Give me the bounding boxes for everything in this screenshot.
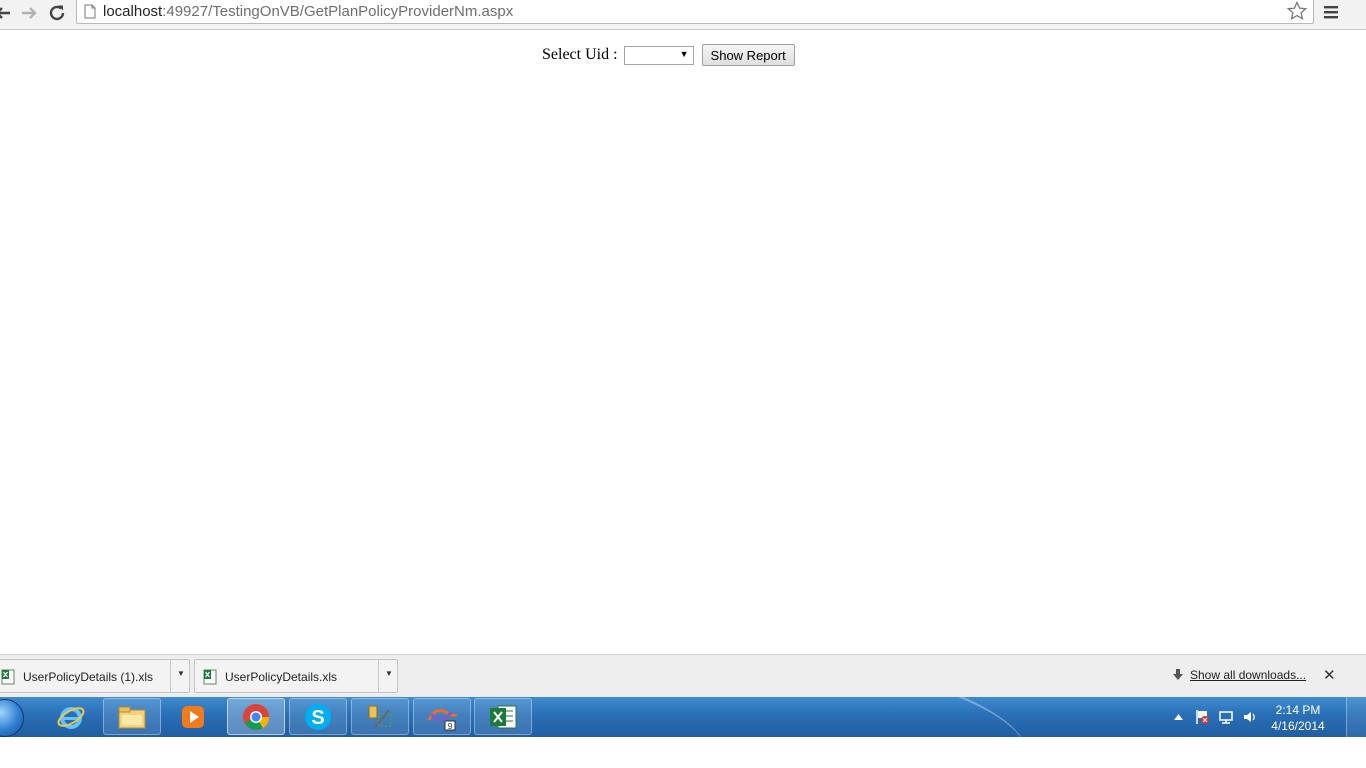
svg-text:S: S: [311, 707, 324, 729]
excel-file-icon: [1, 669, 15, 685]
taskbar-app-visual-studio[interactable]: 9: [413, 698, 471, 735]
reload-icon: [49, 5, 65, 21]
download-shelf: UserPolicyDetails (1).xls ▼ UserPolicyDe…: [0, 654, 1366, 698]
taskbar-app-chrome[interactable]: [227, 698, 285, 735]
download-item[interactable]: UserPolicyDetails (1).xls ▼: [0, 659, 190, 693]
url-path: :49927/TestingOnVB/GetPlanPolicyProvider…: [162, 3, 514, 20]
taskbar-clock[interactable]: 2:14 PM 4/16/2014: [1266, 702, 1330, 734]
taskbar-app-sql-tools[interactable]: [351, 698, 409, 735]
network-icon: [1219, 711, 1233, 724]
media-player-icon: [182, 705, 204, 728]
taskbar-decoration: [823, 697, 1037, 737]
dropdown-arrow-icon: ▼: [679, 48, 689, 59]
uid-select[interactable]: ▼: [623, 45, 694, 65]
clock-time: 2:14 PM: [1275, 703, 1321, 717]
chevron-down-icon: ▼: [177, 669, 185, 678]
back-arrow-icon: [0, 7, 10, 19]
browser-toolbar: localhost:49927/TestingOnVB/GetPlanPolic…: [0, 0, 1366, 30]
report-form: Select Uid : ▼ Show Report: [542, 43, 795, 67]
excel-file-icon: [203, 669, 217, 685]
taskbar-app-media-player[interactable]: [164, 698, 222, 735]
speaker-icon: [1244, 712, 1255, 722]
taskbar-app-file-explorer[interactable]: [103, 698, 161, 735]
network-button[interactable]: [1216, 707, 1236, 727]
download-item[interactable]: UserPolicyDetails.xls ▼: [194, 659, 398, 693]
volume-button[interactable]: [1240, 707, 1260, 727]
download-arrow-icon: [1173, 669, 1183, 680]
show-desktop-button[interactable]: [1346, 697, 1366, 737]
show-all-downloads[interactable]: Show all downloads...: [1172, 668, 1306, 682]
forward-button[interactable]: [18, 2, 40, 24]
up-arrow-icon: [1173, 714, 1183, 720]
back-button[interactable]: [0, 2, 14, 24]
show-all-downloads-link[interactable]: Show all downloads...: [1190, 668, 1306, 682]
select-uid-label: Select Uid :: [542, 46, 618, 63]
action-center-button[interactable]: [1192, 707, 1212, 727]
chrome-icon: [243, 703, 270, 730]
address-bar[interactable]: localhost:49927/TestingOnVB/GetPlanPolic…: [76, 0, 1314, 24]
download-file-name: UserPolicyDetails.xls: [225, 670, 338, 684]
url-host: localhost: [103, 3, 163, 20]
page-icon: [84, 4, 96, 19]
visual-studio-icon: 9: [427, 708, 458, 731]
forward-arrow-icon: [22, 7, 37, 19]
download-menu-button[interactable]: ▼: [378, 660, 397, 692]
clock-date: 4/16/2014: [1271, 719, 1325, 733]
taskbar-app-skype[interactable]: S: [289, 698, 347, 735]
windows-taskbar: S 9 2:14 PM 4/16/2014: [0, 697, 1366, 737]
chrome-menu-icon[interactable]: [1322, 3, 1340, 21]
download-file-name: UserPolicyDetails (1).xls: [23, 670, 154, 684]
chevron-down-icon: ▼: [385, 669, 393, 678]
skype-icon: S: [305, 703, 331, 730]
taskbar-app-excel[interactable]: [474, 698, 532, 735]
show-hidden-icons-button[interactable]: [1168, 707, 1188, 727]
svg-text:9: 9: [448, 722, 453, 731]
start-button[interactable]: [0, 699, 24, 737]
excel-icon: [490, 705, 517, 728]
action-center-flag-icon: [1196, 710, 1209, 724]
sql-tools-icon: [368, 705, 392, 729]
file-explorer-icon: [118, 706, 146, 728]
close-icon[interactable]: ✕: [1323, 666, 1336, 684]
show-report-button[interactable]: Show Report: [701, 44, 795, 66]
bookmark-star-icon[interactable]: [1287, 1, 1307, 21]
internet-explorer-icon: [57, 706, 85, 729]
taskbar-app-internet-explorer[interactable]: [42, 698, 100, 735]
download-menu-button[interactable]: ▼: [170, 660, 189, 692]
url-text[interactable]: localhost:49927/TestingOnVB/GetPlanPolic…: [103, 3, 513, 20]
reload-button[interactable]: [46, 2, 68, 24]
system-tray: [1166, 697, 1262, 737]
